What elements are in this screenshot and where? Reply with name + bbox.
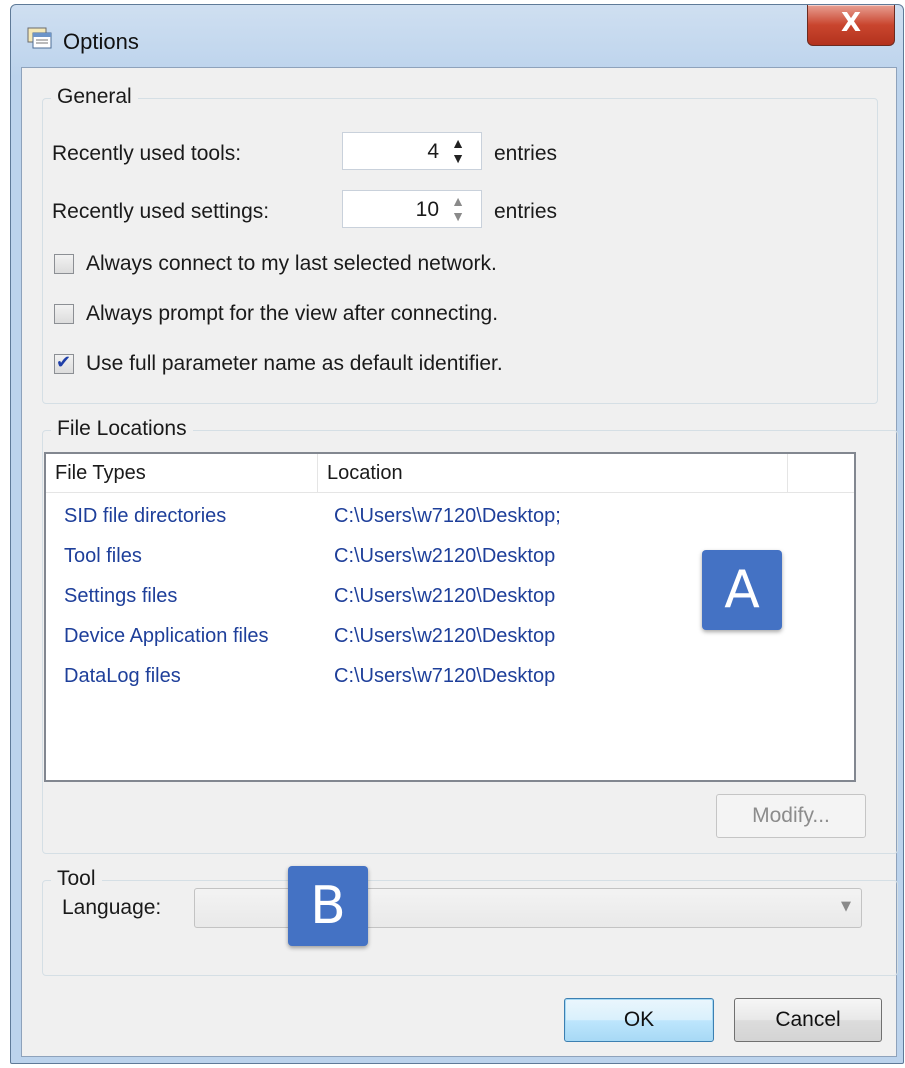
chevron-down-icon[interactable]: ▼ xyxy=(447,151,469,165)
chevron-down-icon[interactable]: ▼ xyxy=(447,209,469,223)
connect-last-network-checkbox[interactable] xyxy=(54,254,74,274)
list-item[interactable]: SID file directories C:\Users\w7120\Desk… xyxy=(46,496,854,536)
chevron-up-icon[interactable]: ▲ xyxy=(447,136,469,150)
annotation-badge-b: B xyxy=(288,866,368,946)
dropdown-arrow-icon[interactable]: ▼ xyxy=(841,899,851,914)
file-type-cell: Device Application files xyxy=(64,625,269,647)
general-legend: General xyxy=(51,85,138,109)
prompt-view-label[interactable]: Always prompt for the view after connect… xyxy=(86,302,498,326)
recent-settings-entries-label: entries xyxy=(494,200,558,223)
ok-button[interactable]: OK xyxy=(564,998,714,1042)
recent-settings-value[interactable]: 10 xyxy=(416,198,439,222)
location-cell: C:\Users\w2120\Desktop xyxy=(334,625,556,647)
options-window-icon xyxy=(27,27,52,49)
recent-tools-value[interactable]: 4 xyxy=(427,140,439,164)
recent-tools-entries-label: entries xyxy=(494,142,558,165)
location-cell: C:\Users\w2120\Desktop xyxy=(334,585,556,607)
tool-legend: Tool xyxy=(51,867,102,891)
column-header-file-types[interactable]: File Types xyxy=(46,454,318,492)
file-type-cell: DataLog files xyxy=(64,665,181,687)
location-cell: C:\Users\w7120\Desktop; xyxy=(334,505,561,527)
checkmark-icon: ✔ xyxy=(56,352,72,373)
full-parameter-name-checkbox[interactable]: ✔ xyxy=(54,352,74,374)
recent-settings-label: Recently used settings: xyxy=(52,200,270,223)
prompt-view-checkbox[interactable] xyxy=(54,304,74,324)
location-cell: C:\Users\w2120\Desktop xyxy=(334,545,556,567)
file-locations-legend: File Locations xyxy=(51,417,193,441)
close-button[interactable]: X xyxy=(807,5,895,46)
recent-tools-label: Recently used tools: xyxy=(52,142,242,165)
annotation-badge-a: A xyxy=(702,550,782,630)
file-type-cell: SID file directories xyxy=(64,505,227,527)
cancel-button[interactable]: Cancel xyxy=(734,998,882,1042)
file-type-cell: Tool files xyxy=(64,545,142,567)
full-parameter-name-label[interactable]: Use full parameter name as default ident… xyxy=(86,352,503,376)
recent-tools-spinner[interactable]: 4 ▲ ▼ xyxy=(342,132,482,170)
options-window: Options X General Recently used tools: 4… xyxy=(10,4,904,1064)
location-cell: C:\Users\w7120\Desktop xyxy=(334,665,556,687)
title-bar[interactable]: Options X xyxy=(11,5,903,67)
column-header-location[interactable]: Location xyxy=(318,454,788,492)
list-item[interactable]: DataLog files C:\Users\w7120\Desktop xyxy=(46,656,854,696)
language-label: Language: xyxy=(62,896,162,919)
chevron-up-icon[interactable]: ▲ xyxy=(447,194,469,208)
list-header: File Types Location xyxy=(46,454,854,493)
recent-settings-spinner[interactable]: 10 ▲ ▼ xyxy=(342,190,482,228)
dialog-client-area: General Recently used tools: 4 ▲ ▼ entri… xyxy=(21,67,898,1057)
file-type-cell: Settings files xyxy=(64,585,178,607)
window-title: Options xyxy=(63,29,139,54)
file-locations-list[interactable]: File Types Location SID file directories… xyxy=(44,452,856,782)
modify-button[interactable]: Modify... xyxy=(716,794,866,838)
connect-last-network-label[interactable]: Always connect to my last selected netwo… xyxy=(86,252,497,276)
